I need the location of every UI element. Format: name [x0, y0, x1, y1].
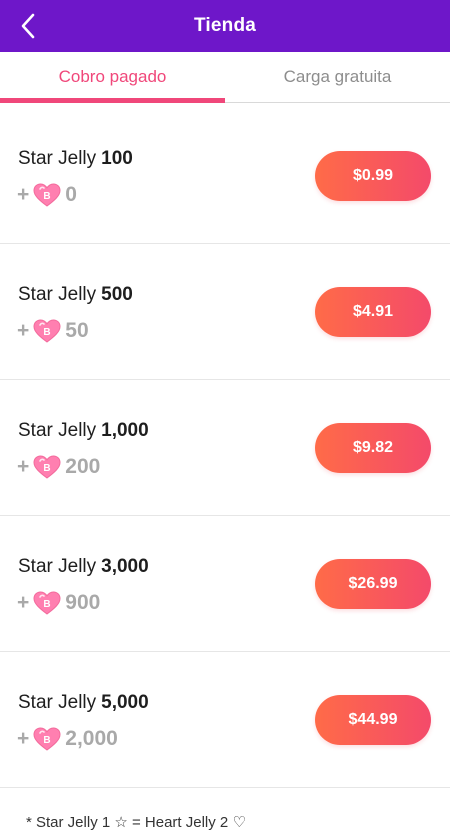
product-title: Star Jelly 1,000 — [18, 420, 149, 442]
product-name: Star Jelly — [18, 420, 97, 441]
buy-button[interactable]: $4.91 — [315, 287, 431, 337]
bonus-row: + B 2,000 — [17, 726, 118, 752]
bonus-plus: + — [17, 727, 30, 750]
product-item: Star Jelly 100 + B 0 $0.99 — [0, 108, 450, 244]
page-title: Tienda — [193, 15, 257, 36]
bonus-plus: + — [17, 319, 30, 342]
bonus-amount: 900 — [65, 591, 101, 614]
heart-jelly-icon: B — [33, 455, 61, 479]
conversion-footnote: * Star Jelly 1 ☆ = Heart Jelly 2 ♡ — [26, 814, 246, 831]
bonus-row: + B 900 — [17, 590, 100, 616]
product-title: Star Jelly 5,000 — [18, 692, 149, 714]
svg-text:B: B — [44, 463, 51, 474]
svg-text:B: B — [44, 327, 51, 338]
buy-button[interactable]: $0.99 — [315, 151, 431, 201]
tab-cobro-pagado[interactable]: Cobro pagado — [0, 52, 225, 103]
product-name: Star Jelly — [18, 692, 97, 713]
product-quantity: 500 — [101, 284, 133, 305]
bonus-amount: 50 — [65, 319, 89, 342]
bonus-amount: 2,000 — [65, 727, 118, 750]
heart-jelly-icon: B — [33, 183, 61, 207]
heart-jelly-icon: B — [33, 727, 61, 751]
product-quantity: 100 — [101, 148, 133, 169]
svg-text:B: B — [44, 735, 51, 746]
svg-text:B: B — [44, 191, 51, 202]
app-header: Tienda — [0, 0, 450, 52]
product-quantity: 5,000 — [101, 692, 149, 713]
chevron-left-icon — [21, 13, 35, 39]
bonus-row: + B 0 — [17, 182, 77, 208]
bonus-plus: + — [17, 591, 30, 614]
tab-carga-gratuita[interactable]: Carga gratuita — [225, 52, 450, 102]
product-title: Star Jelly 100 — [18, 148, 133, 170]
bonus-row: + B 50 — [17, 318, 89, 344]
product-quantity: 1,000 — [101, 420, 149, 441]
product-name: Star Jelly — [18, 148, 97, 169]
buy-button[interactable]: $9.82 — [315, 423, 431, 473]
tab-bar: Cobro pagado Carga gratuita — [0, 52, 450, 103]
product-item: Star Jelly 3,000 + B 900 $26.99 — [0, 516, 450, 652]
product-name: Star Jelly — [18, 284, 97, 305]
buy-button[interactable]: $26.99 — [315, 559, 431, 609]
product-name: Star Jelly — [18, 556, 97, 577]
bonus-plus: + — [17, 455, 30, 478]
product-title: Star Jelly 3,000 — [18, 556, 149, 578]
bonus-amount: 0 — [65, 183, 77, 206]
product-item: Star Jelly 1,000 + B 200 $9.82 — [0, 380, 450, 516]
bonus-amount: 200 — [65, 455, 101, 478]
back-button[interactable] — [10, 8, 46, 44]
product-quantity: 3,000 — [101, 556, 149, 577]
product-title: Star Jelly 500 — [18, 284, 133, 306]
buy-button[interactable]: $44.99 — [315, 695, 431, 745]
bonus-plus: + — [17, 183, 30, 206]
product-list: Star Jelly 100 + B 0 $0.99 Star Jelly 500 … — [0, 108, 450, 788]
svg-text:B: B — [44, 599, 51, 610]
product-item: Star Jelly 5,000 + B 2,000 $44.99 — [0, 652, 450, 788]
heart-jelly-icon: B — [33, 319, 61, 343]
bonus-row: + B 200 — [17, 454, 100, 480]
product-item: Star Jelly 500 + B 50 $4.91 — [0, 244, 450, 380]
heart-jelly-icon: B — [33, 591, 61, 615]
